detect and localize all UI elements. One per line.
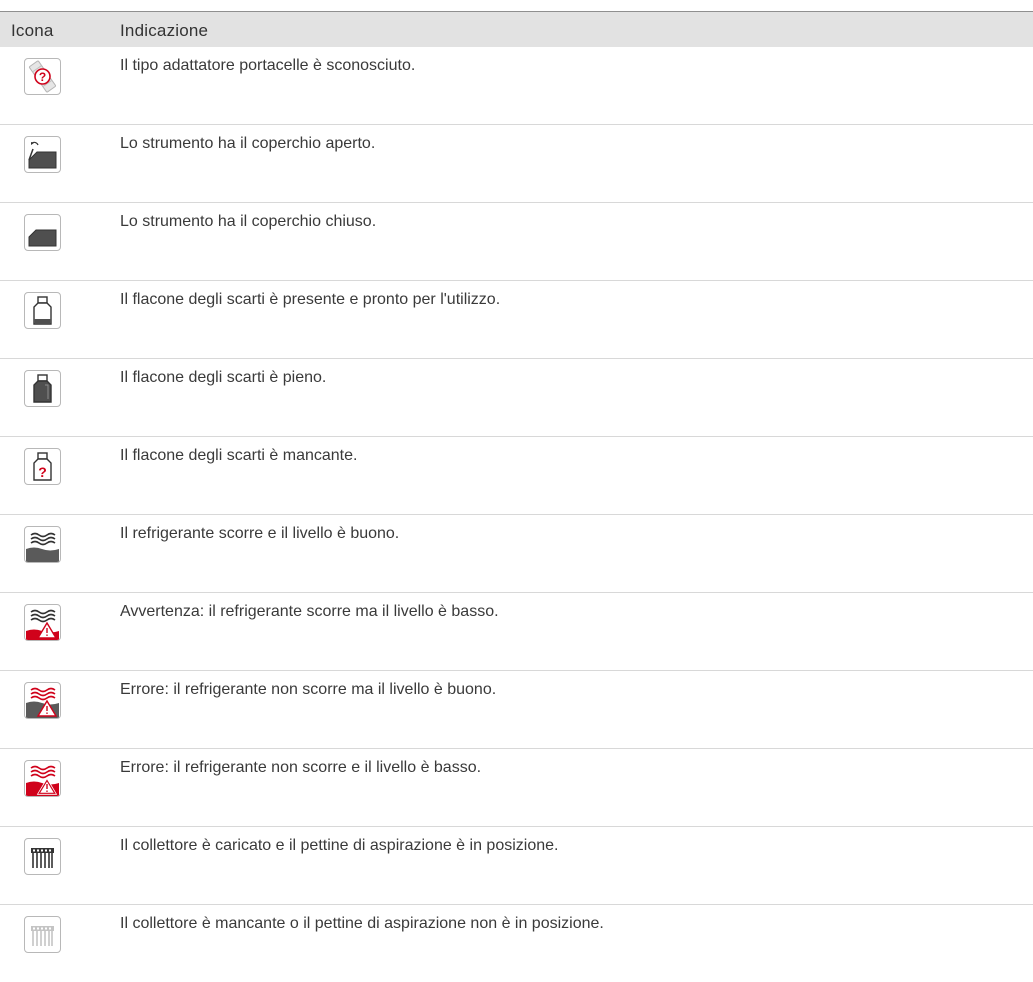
- table-row: Lo strumento ha il coperchio aperto.: [0, 125, 1033, 203]
- row-indication: Il tipo adattatore portacelle è sconosci…: [120, 57, 416, 74]
- row-indication: Errore: il refrigerante non scorre e il …: [120, 759, 482, 776]
- table-row: Errore: il refrigerante non scorre e il …: [0, 749, 1033, 827]
- table-row: Il flacone degli scarti è pieno.: [0, 359, 1033, 437]
- row-indication: Il collettore è caricato e il pettine di…: [120, 837, 559, 854]
- row-indication: Avvertenza: il refrigerante scorre ma il…: [120, 603, 499, 620]
- row-indication: Il flacone degli scarti è pieno.: [120, 369, 327, 386]
- table-row: Il collettore è mancante o il pettine di…: [0, 905, 1033, 982]
- coolant-ok-icon: [24, 526, 61, 563]
- coolant-no-flow-error-icon: [24, 682, 61, 719]
- lid-open-icon: [24, 136, 61, 173]
- row-indication: Lo strumento ha il coperchio aperto.: [120, 135, 376, 152]
- header-icon-column: Icona: [11, 21, 54, 40]
- table-row: Errore: il refrigerante non scorre ma il…: [0, 671, 1033, 749]
- table-header: Icona Indicazione: [0, 11, 1033, 47]
- table-row: ? Il tipo adattatore portacelle è sconos…: [0, 47, 1033, 125]
- table-row: Avvertenza: il refrigerante scorre ma il…: [0, 593, 1033, 671]
- row-indication: Il collettore è mancante o il pettine di…: [120, 915, 604, 932]
- waste-bottle-full-icon: [24, 370, 61, 407]
- row-indication: Errore: il refrigerante non scorre ma il…: [120, 681, 497, 698]
- table-row: Il collettore è caricato e il pettine di…: [0, 827, 1033, 905]
- table-row: Il flacone degli scarti è presente e pro…: [0, 281, 1033, 359]
- table-row: Il refrigerante scorre e il livello è bu…: [0, 515, 1033, 593]
- row-indication: Lo strumento ha il coperchio chiuso.: [120, 213, 377, 230]
- row-indication: Il flacone degli scarti è presente e pro…: [120, 291, 501, 308]
- lid-closed-icon: [24, 214, 61, 251]
- svg-text:?: ?: [39, 70, 46, 84]
- row-indication: Il refrigerante scorre e il livello è bu…: [120, 525, 400, 542]
- table-row: ? Il flacone degli scarti è mancante.: [0, 437, 1033, 515]
- row-indication: Il flacone degli scarti è mancante.: [120, 447, 358, 464]
- header-indication-column: Indicazione: [120, 21, 209, 40]
- coolant-no-flow-low-error-icon: [24, 760, 61, 797]
- manifold-missing-icon: [24, 916, 61, 953]
- coolant-low-warning-icon: [24, 604, 61, 641]
- unknown-adapter-icon: ?: [24, 58, 61, 95]
- manifold-loaded-icon: [24, 838, 61, 875]
- table-row: Lo strumento ha il coperchio chiuso.: [0, 203, 1033, 281]
- waste-bottle-missing-icon: ?: [24, 448, 61, 485]
- svg-text:?: ?: [38, 464, 47, 480]
- waste-bottle-ready-icon: [24, 292, 61, 329]
